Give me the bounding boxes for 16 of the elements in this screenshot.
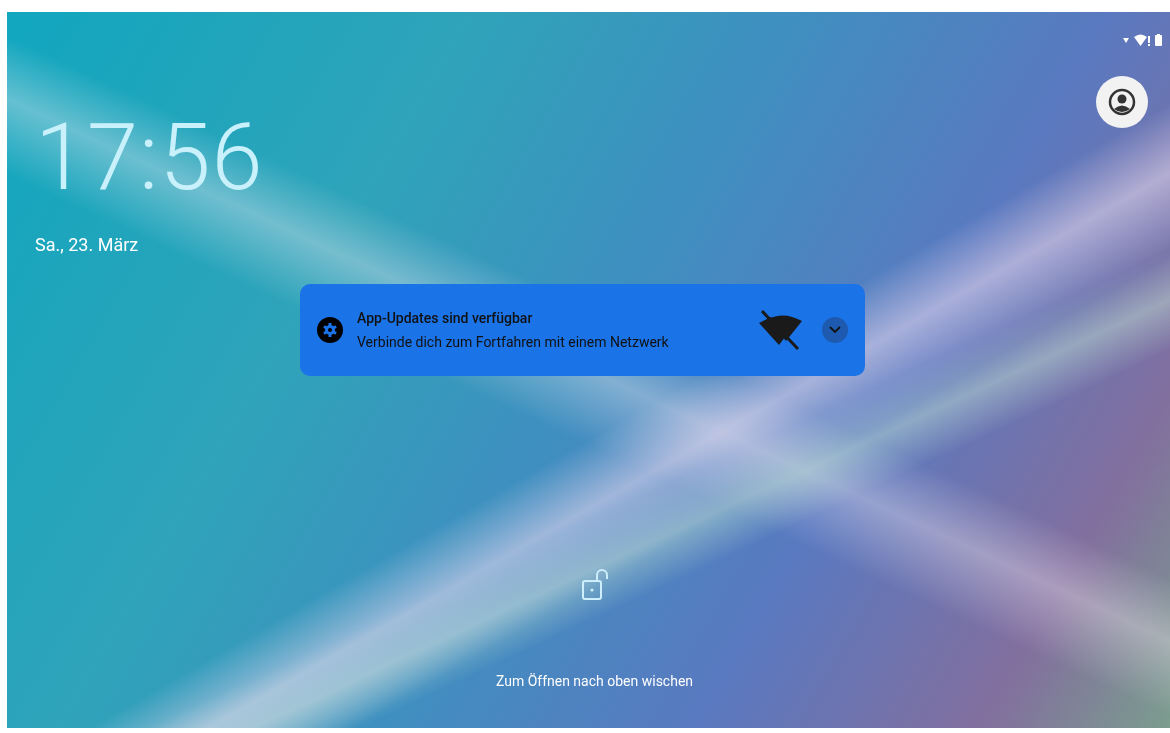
settings-icon xyxy=(317,317,343,343)
battery-icon xyxy=(1155,34,1162,46)
user-icon xyxy=(1108,88,1136,116)
clock-time: 17:56 xyxy=(35,112,264,204)
signal-icon xyxy=(1123,37,1129,43)
expand-button[interactable] xyxy=(822,317,848,343)
notification-title: App-Updates sind verfügbar xyxy=(357,310,534,326)
unlock-hint: Zum Öffnen nach oben wischen xyxy=(495,673,694,689)
wifi-icon xyxy=(1134,34,1150,46)
notification-text: Verbinde dich zum Fortfahren mit einem Netzwerk xyxy=(357,334,670,350)
notification-card[interactable]: App-Updates sind verfügbar Verbinde dich zum Fortfahren mit einem Netzwerk xyxy=(300,284,865,376)
wifi-off-icon xyxy=(756,309,804,351)
clock-date: Sa., 23. März xyxy=(35,234,140,255)
unlocked-padlock-icon xyxy=(581,569,608,601)
user-avatar-button[interactable] xyxy=(1096,76,1148,128)
chevron-down-icon xyxy=(829,326,841,334)
